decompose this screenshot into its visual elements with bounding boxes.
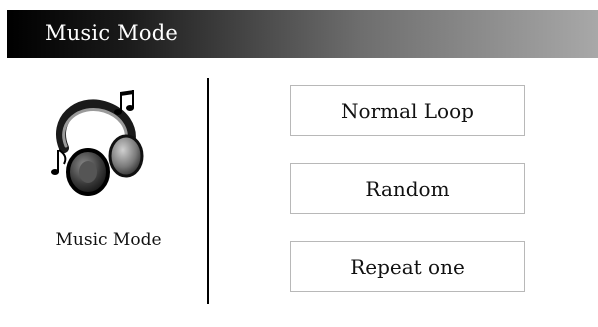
- normal-loop-label: Normal Loop: [341, 98, 474, 123]
- repeat-one-button[interactable]: Repeat one: [290, 241, 525, 292]
- window-title: Music Mode: [45, 21, 178, 45]
- mode-sidebar: Music Mode: [0, 58, 208, 327]
- random-button[interactable]: Random: [290, 163, 525, 214]
- repeat-one-label: Repeat one: [350, 254, 465, 279]
- title-bar: Music Mode: [7, 10, 598, 58]
- normal-loop-button[interactable]: Normal Loop: [290, 85, 525, 136]
- mode-icon-label: Music Mode: [55, 230, 162, 250]
- random-label: Random: [365, 176, 450, 201]
- vertical-divider: [207, 78, 209, 304]
- headphones-icon: [50, 90, 160, 200]
